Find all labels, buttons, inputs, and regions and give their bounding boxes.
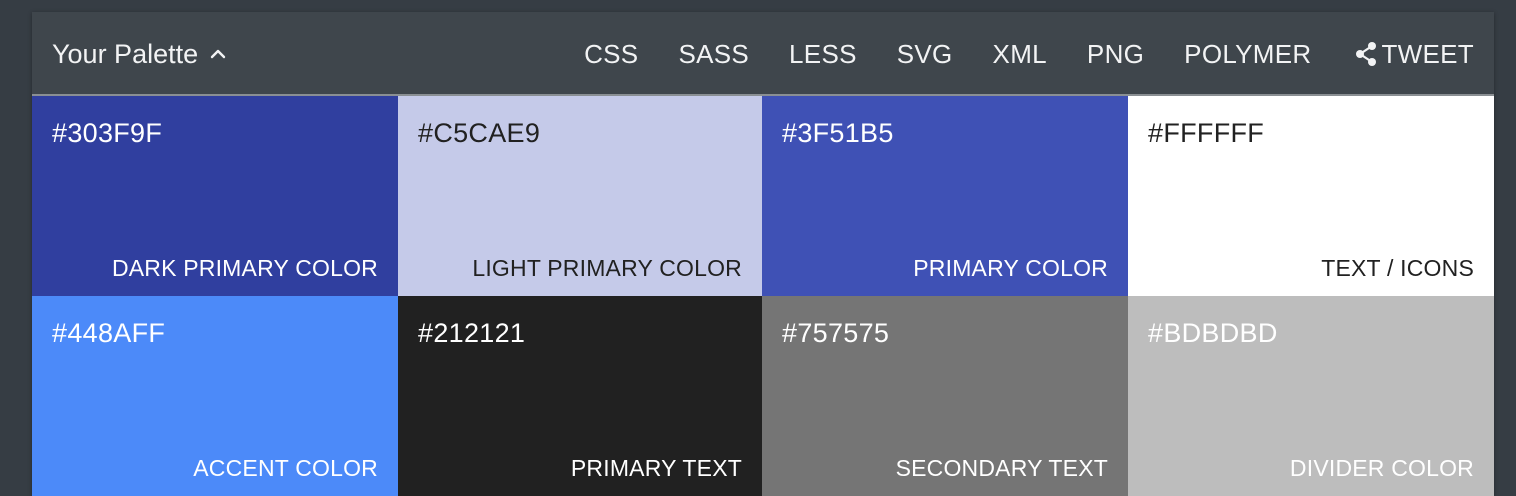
- swatch-label: DIVIDER COLOR: [1289, 455, 1474, 481]
- swatch-hex: #757575: [782, 318, 890, 348]
- swatch-text-icons[interactable]: #FFFFFF TEXT / ICONS: [1128, 96, 1494, 296]
- share-icon: [1355, 42, 1376, 66]
- swatch-label: DARK PRIMARY COLOR: [111, 255, 378, 281]
- swatch-hex: #BDBDBD: [1148, 318, 1278, 348]
- swatch-label: PRIMARY COLOR: [913, 255, 1108, 281]
- palette-title-toggle[interactable]: Your Palette: [52, 36, 226, 72]
- swatch-label: SECONDARY TEXT: [895, 455, 1108, 481]
- swatch-label: ACCENT COLOR: [193, 455, 378, 481]
- export-css-link[interactable]: CSS: [584, 39, 638, 70]
- swatch-primary[interactable]: #3F51B5 PRIMARY COLOR: [762, 96, 1128, 296]
- swatch-dark-primary[interactable]: #303F9F DARK PRIMARY COLOR: [32, 96, 398, 296]
- palette-header: Your Palette CSS SASS LESS SVG XML PNG P…: [32, 12, 1494, 96]
- chevron-up-icon: [210, 49, 226, 59]
- swatch-hex: #C5CAE9: [418, 118, 541, 148]
- swatch-accent[interactable]: #448AFF ACCENT COLOR: [32, 296, 398, 496]
- export-less-link[interactable]: LESS: [789, 39, 857, 70]
- export-polymer-link[interactable]: POLYMER: [1184, 39, 1311, 70]
- palette-title: Your Palette: [52, 38, 199, 69]
- swatch-hex: #448AFF: [52, 318, 166, 348]
- export-sass-link[interactable]: SASS: [678, 39, 749, 70]
- tweet-button[interactable]: TWEET: [1352, 39, 1475, 70]
- swatch-primary-text[interactable]: #212121 PRIMARY TEXT: [398, 296, 762, 496]
- swatch-label: LIGHT PRIMARY COLOR: [472, 255, 742, 281]
- swatch-hex: #3F51B5: [782, 118, 894, 148]
- export-xml-link[interactable]: XML: [993, 39, 1047, 70]
- export-png-link[interactable]: PNG: [1087, 39, 1144, 70]
- export-svg-link[interactable]: SVG: [897, 39, 953, 70]
- swatch-label: PRIMARY TEXT: [570, 455, 742, 481]
- palette-grid: #303F9F DARK PRIMARY COLOR #C5CAE9 LIGHT…: [32, 96, 1494, 496]
- swatch-light-primary[interactable]: #C5CAE9 LIGHT PRIMARY COLOR: [398, 96, 762, 296]
- swatch-divider[interactable]: #BDBDBD DIVIDER COLOR: [1128, 296, 1494, 496]
- swatch-hex: #303F9F: [52, 118, 163, 148]
- export-nav: CSS SASS LESS SVG XML PNG POLYMER TWEET: [544, 36, 1474, 72]
- swatch-hex: #212121: [418, 318, 526, 348]
- swatch-hex: #FFFFFF: [1148, 118, 1265, 148]
- tweet-label: TWEET: [1381, 38, 1474, 69]
- swatch-label: TEXT / ICONS: [1321, 255, 1474, 281]
- palette-panel: Your Palette CSS SASS LESS SVG XML PNG P…: [32, 12, 1494, 496]
- swatch-secondary-text[interactable]: #757575 SECONDARY TEXT: [762, 296, 1128, 496]
